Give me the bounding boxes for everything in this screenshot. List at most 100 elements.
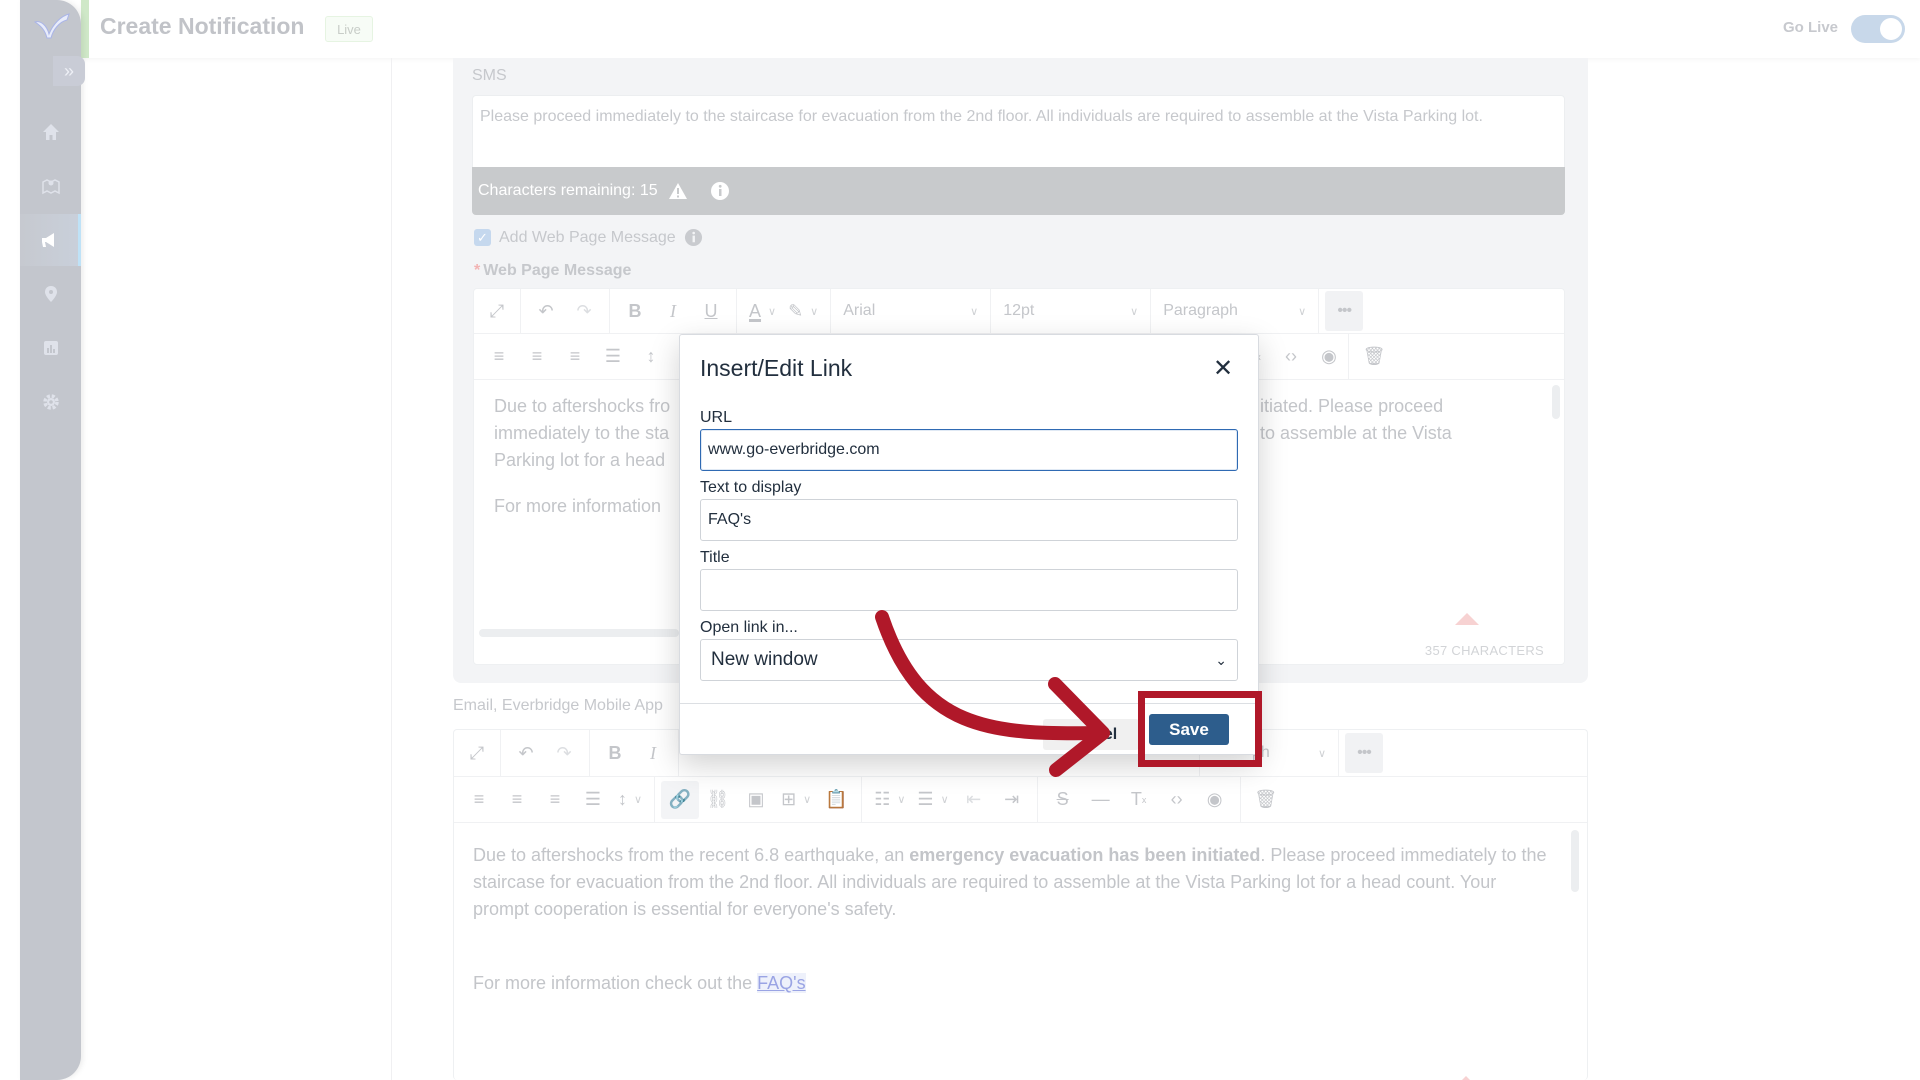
info-icon[interactable] <box>710 181 730 201</box>
underline-button[interactable]: U <box>692 292 730 330</box>
fullscreen-icon[interactable]: ⤢ <box>478 292 516 330</box>
highlight-color-button[interactable]: ✎ ∨ <box>782 292 824 330</box>
annotation-highlight-box <box>1138 691 1262 767</box>
column-divider <box>391 58 392 1080</box>
justify-icon[interactable]: ☰ <box>594 338 632 376</box>
insert-image-icon[interactable]: ▣ <box>737 781 775 819</box>
justify-icon[interactable]: ☰ <box>574 781 612 819</box>
preview-eye-icon[interactable]: ◉ <box>1310 338 1348 376</box>
email-body-paragraph: Due to aftershocks from the recent 6.8 e… <box>473 845 1547 919</box>
align-center-icon[interactable]: ≡ <box>518 338 556 376</box>
block-format-select[interactable]: Paragraph ∨ <box>1151 289 1320 333</box>
sidebar-item-home[interactable] <box>20 106 81 158</box>
header-accent-bar <box>81 0 89 58</box>
source-code-icon[interactable]: ‹› <box>1272 338 1310 376</box>
outdent-icon[interactable]: ⇤ <box>955 781 993 819</box>
delete-trash-icon[interactable]: 🗑 <box>1247 781 1285 819</box>
everbridge-logo-icon[interactable] <box>31 10 71 40</box>
align-left-icon[interactable]: ≡ <box>460 781 498 819</box>
gear-icon <box>42 394 59 410</box>
info-icon[interactable] <box>684 228 703 247</box>
delete-trash-icon[interactable]: 🗑 <box>1355 338 1393 376</box>
strikethrough-icon[interactable]: S <box>1044 781 1082 819</box>
text-to-display-input[interactable]: FAQ's <box>700 499 1238 541</box>
bullet-list-icon[interactable]: ☰ ∨ <box>911 781 954 819</box>
indent-icon[interactable]: ⇥ <box>993 781 1031 819</box>
redo-icon[interactable]: ↷ <box>565 292 603 330</box>
sidebar-item-notifications[interactable] <box>20 214 81 266</box>
line-height-icon[interactable]: ↕ <box>632 338 670 376</box>
undo-icon[interactable]: ↶ <box>507 734 545 772</box>
font-family-select[interactable]: Arial ∨ <box>831 289 992 333</box>
page-title: Create Notification <box>100 13 305 39</box>
add-web-page-message-label: Add Web Page Message <box>499 228 676 246</box>
megaphone-icon <box>42 233 54 247</box>
editor1-line: immediately to the sta <box>494 423 670 443</box>
align-right-icon[interactable]: ≡ <box>556 338 594 376</box>
more-options-button[interactable]: ••• <box>1325 291 1364 331</box>
undo-icon[interactable]: ↶ <box>527 292 565 330</box>
sms-label: SMS <box>472 67 507 84</box>
more-options-button[interactable]: ••• <box>1345 733 1383 773</box>
open-link-in-select[interactable]: New window ⌄ <box>700 639 1238 681</box>
resize-caret-icon <box>1455 613 1479 625</box>
editor1-line: Parking lot for a head <box>494 450 666 470</box>
editor2-scrollbar[interactable] <box>1571 830 1579 892</box>
cancel-button[interactable]: Cancel <box>1043 719 1139 750</box>
email-section-label: Email, Everbridge Mobile App <box>453 697 663 714</box>
sidebar-item-settings[interactable] <box>20 376 81 428</box>
sidebar-expand-button[interactable]: » <box>53 56 85 86</box>
align-right-icon[interactable]: ≡ <box>536 781 574 819</box>
close-icon[interactable]: ✕ <box>1208 353 1238 383</box>
editor1-line: Due to aftershocks fro <box>494 396 671 416</box>
bold-emphasis: emergency evacuation has been initiated <box>909 845 1261 865</box>
editor1-h-scrollbar[interactable] <box>479 629 679 637</box>
italic-button[interactable]: I <box>634 734 672 772</box>
align-center-icon[interactable]: ≡ <box>498 781 536 819</box>
clear-formatting-icon[interactable]: Tx <box>1120 781 1158 819</box>
insert-table-icon[interactable]: ⊞ ∨ <box>775 781 817 819</box>
faq-link[interactable]: FAQ's <box>757 973 806 993</box>
status-badge: Live <box>325 16 373 42</box>
editor1-scrollbar[interactable] <box>1552 385 1560 419</box>
go-live-toggle[interactable] <box>1851 15 1905 43</box>
editor-toolbar-primary: ⤢ ↶ ↷ BIU A ∨ ✎ ∨ Arial ∨ 12pt ∨ Paragraph ∨ ••… <box>474 289 1564 334</box>
align-left-icon[interactable]: ≡ <box>480 338 518 376</box>
sidebar-item-map[interactable] <box>20 160 81 212</box>
unlink-icon[interactable]: ⛓ <box>699 781 737 819</box>
numbered-list-icon[interactable]: ☷ ∨ <box>868 781 911 819</box>
line-height-icon[interactable]: ↕ ∨ <box>612 781 648 819</box>
chevron-down-icon: ⌄ <box>1215 651 1227 668</box>
character-count: 357 CHARACTERS <box>1424 643 1544 658</box>
sms-textarea[interactable]: Please proceed immediately to the stairc… <box>472 95 1565 167</box>
text-to-display-label: Text to display <box>700 479 802 496</box>
text-color-button[interactable]: A ∨ <box>743 292 782 330</box>
sidebar-item-reports[interactable] <box>20 322 81 374</box>
paste-text-icon[interactable]: 📋 <box>817 781 855 819</box>
bold-button[interactable]: B <box>616 292 654 330</box>
url-input[interactable]: www.go-everbridge.com <box>700 429 1238 471</box>
title-label: Title <box>700 549 730 566</box>
preview-eye-icon[interactable]: ◉ <box>1196 781 1234 819</box>
warning-icon <box>668 183 687 199</box>
title-input[interactable] <box>700 569 1238 611</box>
italic-button[interactable]: I <box>654 292 692 330</box>
editor1-line: For more information <box>494 496 662 516</box>
sidebar <box>20 0 81 1080</box>
editor-toolbar-secondary: ≡ ≡ ≡ ☰ ↕ ∨ 🔗 ⛓ ▣ ⊞ ∨ 📋 ☷ ∨ ☰ ∨ ⇤ ⇥ S — Tx ‹› ◉ 🗑 <box>454 777 1587 823</box>
resize-caret-icon <box>1454 1076 1478 1080</box>
horizontal-rule-icon[interactable]: — <box>1082 781 1120 819</box>
sidebar-item-location[interactable] <box>20 268 81 320</box>
bold-button[interactable]: B <box>596 734 634 772</box>
location-pin-icon <box>44 286 57 302</box>
source-code-icon[interactable]: ‹› <box>1158 781 1196 819</box>
toggle-knob <box>1880 18 1902 40</box>
add-web-page-message-row: ✓ Add Web Page Message <box>474 228 703 247</box>
editor1-line: to assemble at the Vista <box>1260 423 1452 443</box>
font-size-select[interactable]: 12pt ∨ <box>991 289 1152 333</box>
insert-link-icon[interactable]: 🔗 <box>661 780 700 819</box>
add-web-page-message-checkbox[interactable]: ✓ <box>474 229 491 246</box>
redo-icon[interactable]: ↷ <box>545 734 583 772</box>
fullscreen-icon[interactable]: ⤢ <box>458 734 496 772</box>
dialog-title: Insert/Edit Link <box>700 355 853 381</box>
